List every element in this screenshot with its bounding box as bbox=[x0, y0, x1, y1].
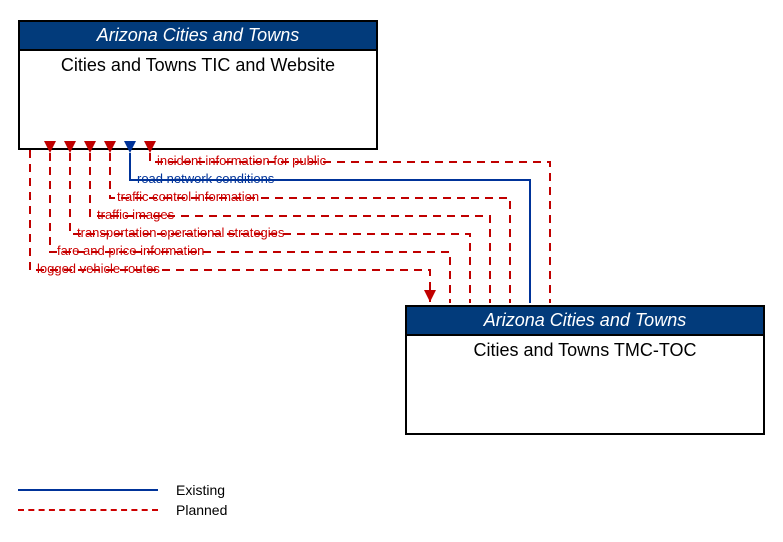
node-tmc-title: Cities and Towns TMC-TOC bbox=[407, 336, 763, 365]
flow-label-trafimg: traffic images bbox=[97, 207, 174, 222]
flow-label-incident: incident information for public bbox=[157, 153, 326, 168]
legend-line-existing-icon bbox=[18, 489, 158, 491]
flow-label-logged: logged vehicle routes bbox=[37, 261, 160, 276]
node-tic-title: Cities and Towns TIC and Website bbox=[20, 51, 376, 80]
node-tmc-toc: Arizona Cities and Towns Cities and Town… bbox=[405, 305, 765, 435]
legend: Existing Planned bbox=[18, 482, 227, 522]
flow-label-fare: fare and price information bbox=[57, 243, 204, 258]
legend-line-planned-icon bbox=[18, 509, 158, 511]
flow-label-trafctrl: traffic control information bbox=[117, 189, 259, 204]
flow-label-transop: transportation operational strategies bbox=[77, 225, 284, 240]
legend-planned: Planned bbox=[18, 502, 227, 518]
flow-label-roadnet: road network conditions bbox=[137, 171, 274, 186]
node-tmc-header: Arizona Cities and Towns bbox=[407, 307, 763, 336]
node-tic-header: Arizona Cities and Towns bbox=[20, 22, 376, 51]
node-tic-website: Arizona Cities and Towns Cities and Town… bbox=[18, 20, 378, 150]
legend-existing: Existing bbox=[18, 482, 227, 498]
legend-existing-label: Existing bbox=[176, 482, 225, 498]
legend-planned-label: Planned bbox=[176, 502, 227, 518]
